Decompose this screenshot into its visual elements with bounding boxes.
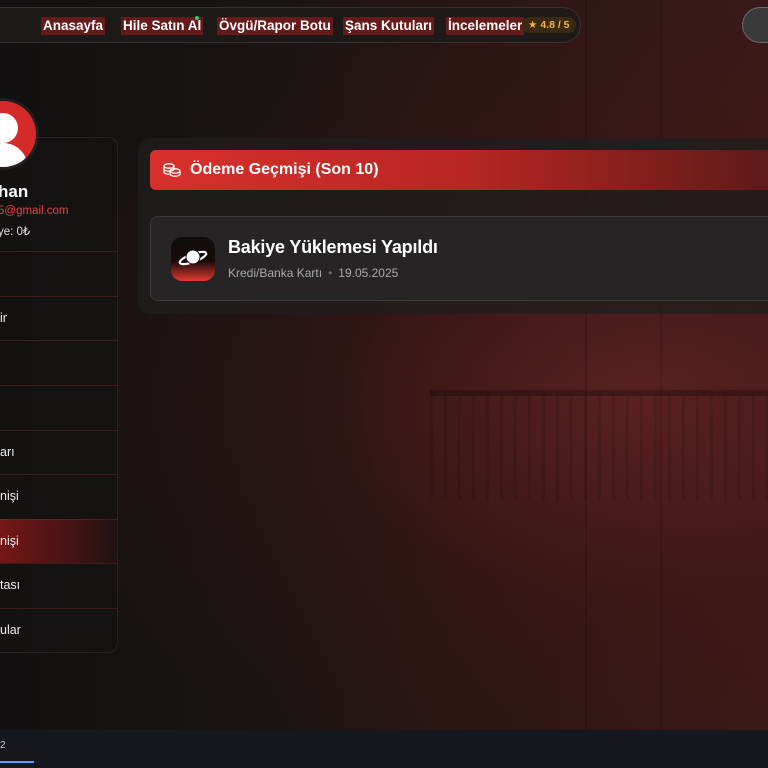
sidebar-item-3[interactable] <box>0 340 118 384</box>
payment-date: 19.05.2025 <box>338 266 399 280</box>
bottom-taskbar: 2 <box>0 730 768 768</box>
panel-title: Ödeme Geçmişi (Son 10) <box>190 161 379 179</box>
background-line <box>585 0 587 730</box>
sidebar-item-payment-history-active[interactable]: nişi <box>0 519 118 563</box>
sidebar-item-label: nişi <box>0 534 19 548</box>
top-nav: n Anasayfa Hile Satın Al Övgü/Rapor Botu… <box>0 7 581 43</box>
user-name: han <box>0 182 29 201</box>
sidebar-item-label: ular <box>0 623 21 637</box>
nav-item-home[interactable]: Anasayfa <box>41 17 106 35</box>
bottom-tab-underline <box>0 761 34 763</box>
background-rail <box>430 395 768 500</box>
sidebar-item-label: tası <box>0 578 21 592</box>
avatar-body <box>0 143 28 167</box>
nav-item-praise-report-bot[interactable]: Övgü/Rapor Botu <box>217 17 333 35</box>
bottom-tab[interactable]: 2 <box>0 740 6 751</box>
sidebar-item-6[interactable]: nişi <box>0 474 118 518</box>
coins-icon <box>163 163 181 177</box>
sidebar-item-label: arı <box>0 445 15 459</box>
planet-icon <box>171 237 215 281</box>
sidebar-item-label: ir <box>0 311 7 325</box>
payment-title: Bakiye Yüklemesi Yapıldı <box>228 237 438 257</box>
nav-item-buy-cheat[interactable]: Hile Satın Al <box>121 17 204 35</box>
nav-item-reviews[interactable]: İncelemeler <box>446 17 525 35</box>
rating-badge: ★ 4.8 / 5 <box>522 17 576 33</box>
payment-entry: Bakiye Yüklemesi Yapıldı Kredi/Banka Kar… <box>150 216 768 301</box>
sidebar-item-4[interactable] <box>0 385 118 429</box>
online-indicator <box>195 16 199 20</box>
payment-history-header: Ödeme Geçmişi (Son 10) <box>150 150 768 190</box>
panel-title-text: Ödeme Geçmişi <box>190 161 311 178</box>
user-balance: ye: 0₺ <box>0 226 31 238</box>
sidebar-item-1[interactable] <box>0 251 118 295</box>
payment-method: Kredi/Banka Kartı <box>228 266 323 280</box>
sidebar-item-5[interactable]: arı <box>0 430 118 474</box>
sidebar-item-label: nişi <box>0 489 19 503</box>
nav-item-lucky-boxes[interactable]: Şans Kutuları <box>343 17 435 35</box>
user-email: 5@gmail.com <box>0 205 69 217</box>
background-line <box>660 0 662 730</box>
panel-title-suffix: (Son 10) <box>315 161 379 178</box>
separator-dot: • <box>328 266 333 280</box>
avatar-head <box>0 113 18 143</box>
payment-meta: Kredi/Banka Kartı • 19.05.2025 <box>228 266 398 280</box>
sidebar-item-2[interactable]: ir <box>0 296 118 340</box>
sidebar-item-9[interactable]: ular <box>0 608 118 652</box>
sidebar-item-8[interactable]: tası <box>0 563 118 607</box>
